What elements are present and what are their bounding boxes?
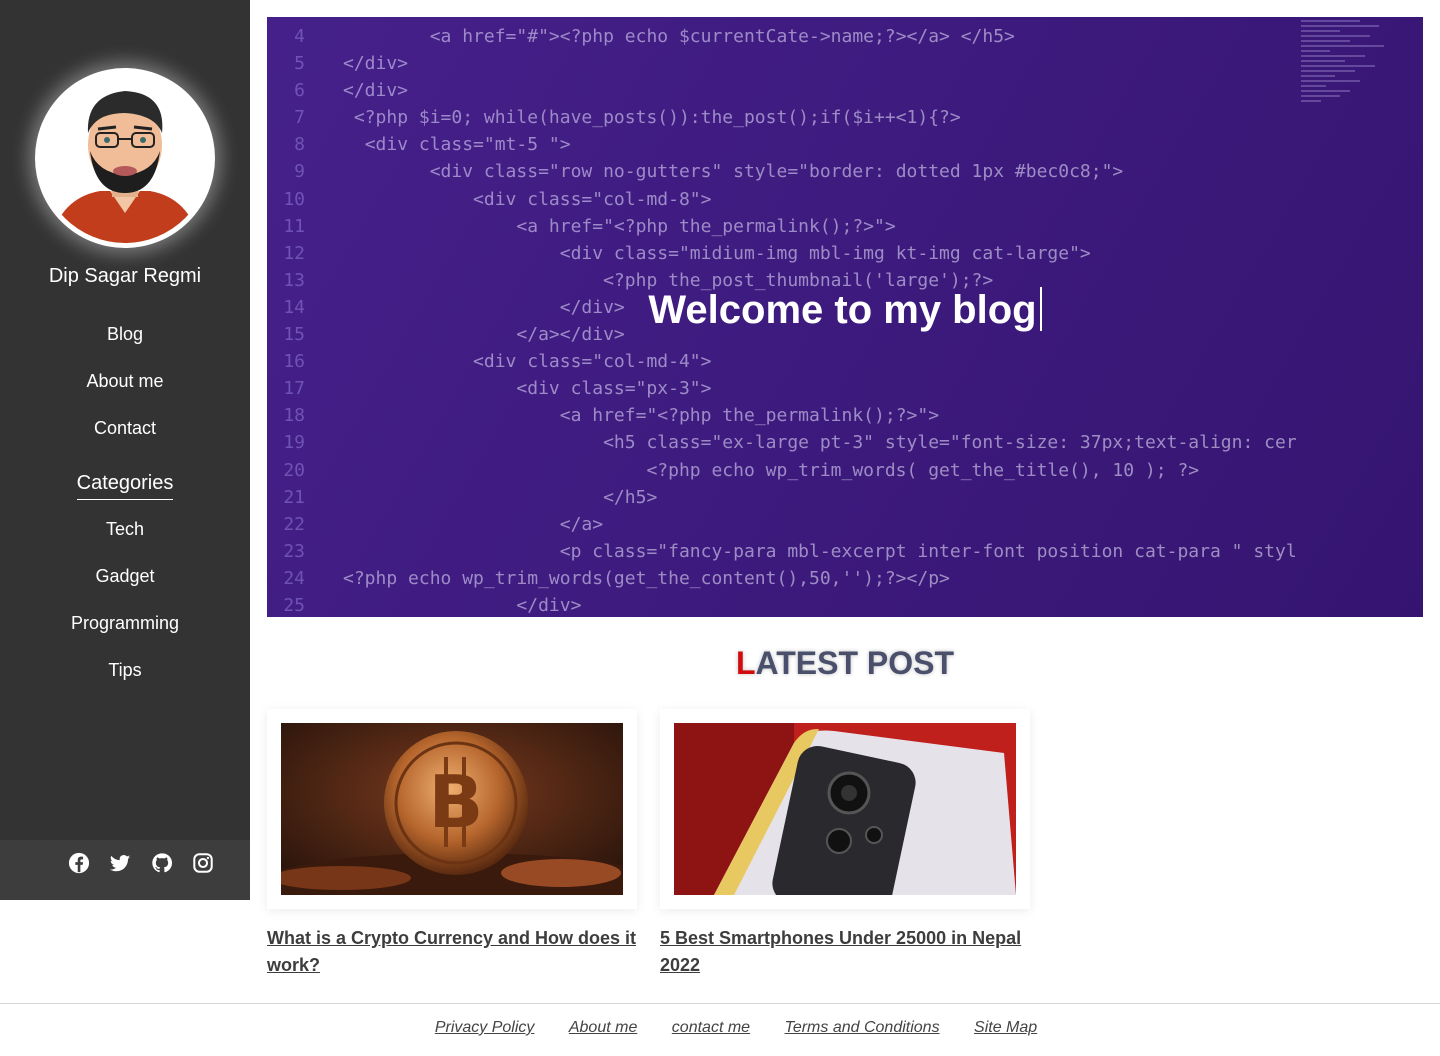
svg-text:B: B — [429, 760, 484, 844]
facebook-icon[interactable] — [68, 852, 90, 874]
avatar — [35, 68, 215, 248]
social-bar — [0, 840, 250, 900]
latest-post-rest: ATEST POST — [755, 645, 955, 681]
footer-about-link[interactable]: About me — [569, 1019, 637, 1036]
footer: Privacy Policy About me contact me Terms… — [0, 1003, 1440, 1056]
nav-about-link[interactable]: About me — [0, 371, 250, 392]
category-tech-link[interactable]: Tech — [0, 519, 250, 540]
footer-sitemap-link[interactable]: Site Map — [974, 1019, 1037, 1036]
bitcoin-coin-image: B — [281, 723, 623, 895]
footer-privacy-policy-link[interactable]: Privacy Policy — [435, 1019, 535, 1036]
hero-banner: 4 <a href="#"><?php echo $currentCate->n… — [267, 17, 1423, 617]
sidebar: Dip Sagar Regmi Blog About me Contact Ca… — [0, 0, 250, 900]
post-title-crypto[interactable]: What is a Crypto Currency and How does i… — [267, 925, 639, 979]
instagram-icon[interactable] — [192, 852, 214, 874]
post-card-crypto[interactable]: B — [267, 709, 637, 909]
avatar-illustration — [40, 73, 210, 243]
footer-terms-link[interactable]: Terms and Conditions — [785, 1019, 940, 1036]
category-gadget-link[interactable]: Gadget — [0, 566, 250, 587]
github-icon[interactable] — [151, 852, 173, 874]
latest-post-heading: LATEST POST — [267, 645, 1423, 682]
nav-contact-link[interactable]: Contact — [0, 418, 250, 439]
post-card-smartphones[interactable] — [660, 709, 1030, 909]
footer-contact-link[interactable]: contact me — [672, 1019, 750, 1036]
category-programming-link[interactable]: Programming — [0, 613, 250, 634]
twitter-icon[interactable] — [109, 852, 131, 874]
smartphone-camera-image — [674, 723, 1016, 895]
typing-cursor — [1039, 287, 1042, 331]
categories-heading-text: Categories — [76, 472, 174, 500]
categories-heading: Categories — [0, 472, 250, 500]
category-tips-link[interactable]: Tips — [0, 660, 250, 681]
nav-blog-link[interactable]: Blog — [0, 324, 250, 345]
post-title-smartphones[interactable]: 5 Best Smartphones Under 25000 in Nepal … — [660, 925, 1032, 979]
author-name: Dip Sagar Regmi — [48, 265, 202, 287]
hero-title-text: Welcome to my blog — [648, 288, 1037, 332]
footer-links: Privacy Policy About me contact me Terms… — [0, 1019, 1440, 1037]
latest-post-first-letter: L — [735, 645, 756, 681]
hero-title: Welcome to my blog — [267, 287, 1423, 333]
